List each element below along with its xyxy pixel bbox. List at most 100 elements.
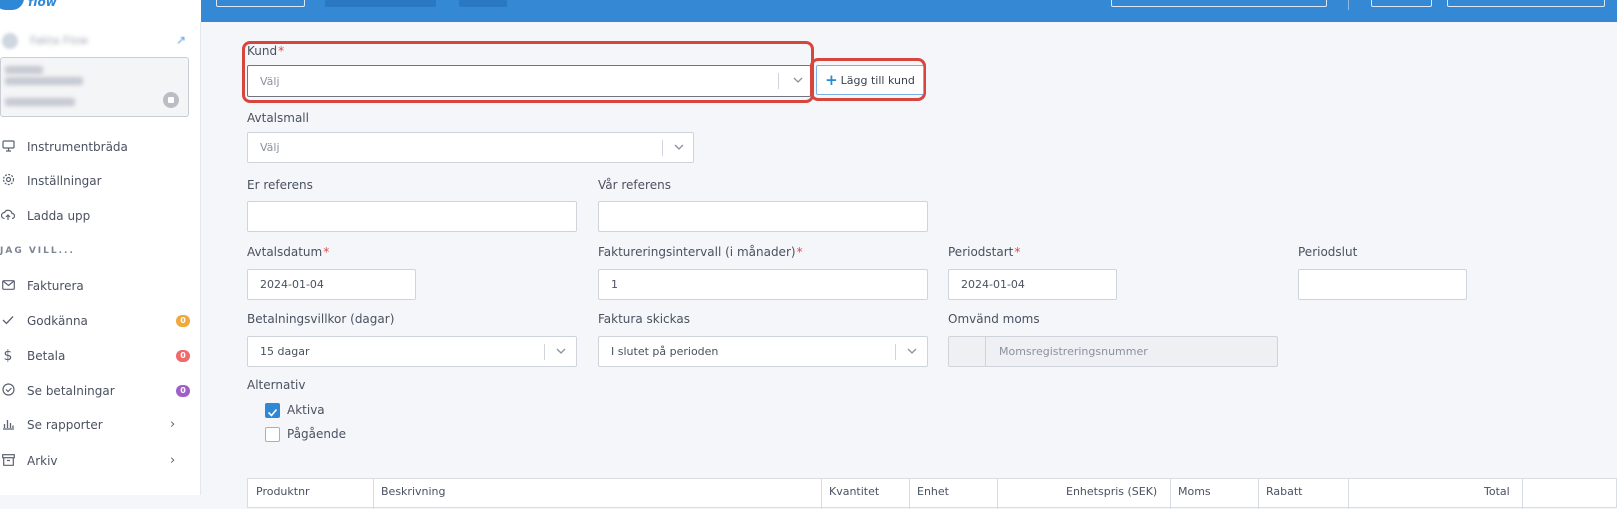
company-switcher[interactable]: Fakta Flow ↗: [0, 30, 195, 52]
faktureringsintervall-label: Faktureringsintervall (i månader)*: [598, 245, 803, 259]
column-header-moms[interactable]: Moms: [1178, 485, 1211, 498]
topbar-button[interactable]: [1447, 0, 1605, 7]
column-separator: [373, 479, 374, 509]
add-customer-button[interactable]: + Lägg till kund: [816, 65, 924, 95]
count-badge: 0: [176, 350, 190, 362]
company-avatar: [2, 33, 18, 49]
topbar-divider: [1348, 0, 1349, 10]
product-table-header: Produktnr Beskrivning Kvantitet Enhet En…: [247, 478, 1617, 509]
bar-chart-icon: [0, 418, 18, 433]
aktiva-label: Aktiva: [287, 403, 325, 417]
avtalsdatum-input[interactable]: 2024-01-04: [247, 269, 416, 300]
avtalsmall-label: Avtalsmall: [247, 111, 309, 125]
periodslut-input[interactable]: [1298, 269, 1467, 300]
momsregistreringsnummer-input[interactable]: Momsregistreringsnummer: [999, 345, 1148, 358]
section-label: JAG VILL...: [0, 246, 75, 256]
topbar-button[interactable]: [459, 0, 507, 7]
column-separator: [997, 479, 998, 509]
sidebar-item-se-rapporter[interactable]: Se rapporter ›: [0, 414, 195, 436]
dollar-icon: $: [3, 348, 13, 364]
sidebar-item-label: Betala: [27, 349, 66, 363]
archive-icon: [0, 453, 18, 469]
monitor-icon: [0, 139, 18, 155]
sidebar-item-label: Ladda upp: [27, 209, 91, 223]
var-referens-input[interactable]: [598, 201, 928, 232]
sidebar-item-label: Fakturera: [27, 279, 84, 293]
column-header-beskrivning[interactable]: Beskrivning: [381, 485, 446, 498]
sidebar-item-instrumentbrada[interactable]: Instrumentbräda: [0, 136, 195, 158]
top-bar: [201, 0, 1617, 22]
sidebar-item-label: Godkänna: [27, 314, 88, 328]
logo-mark-icon: [0, 0, 24, 10]
chevron-right-icon: ›: [170, 453, 176, 468]
betalningsvillkor-label: Betalningsvillkor (dagar): [247, 312, 395, 326]
var-referens-label: Vår referens: [598, 178, 671, 192]
column-separator: [1258, 479, 1259, 509]
gear-icon: [0, 173, 18, 189]
pagaende-checkbox[interactable]: [265, 427, 280, 442]
select-separator: [544, 344, 545, 360]
avtalsmall-select[interactable]: Välj: [247, 132, 694, 163]
aktiva-checkbox[interactable]: [265, 403, 280, 418]
alternativ-label: Alternativ: [247, 378, 306, 392]
count-badge: 0: [176, 385, 190, 397]
kund-select[interactable]: Välj: [247, 65, 811, 97]
column-header-rabatt[interactable]: Rabatt: [1266, 485, 1303, 498]
betalningsvillkor-select[interactable]: 15 dagar: [247, 336, 577, 367]
cloud-upload-icon: [0, 209, 18, 224]
column-separator: [1522, 479, 1523, 509]
column-header-enhetspris[interactable]: Enhetspris (SEK): [1066, 485, 1157, 498]
faktura-skickas-select[interactable]: I slutet på perioden: [598, 336, 928, 367]
omvand-moms-label: Omvänd moms: [948, 312, 1040, 326]
column-separator: [821, 479, 822, 509]
sidebar-item-arkiv[interactable]: Arkiv ›: [0, 450, 195, 472]
pagaende-label: Pågående: [287, 427, 347, 441]
avtalsmall-placeholder: Välj: [260, 141, 280, 154]
card-toggle-icon[interactable]: [163, 92, 179, 108]
plus-icon: +: [825, 70, 838, 89]
column-separator: [909, 479, 910, 509]
input-group-separator: [985, 337, 986, 366]
contract-form: Kund* Välj + Lägg till kund Avtalsmall V…: [201, 22, 1617, 495]
er-referens-input[interactable]: [247, 201, 577, 232]
chevron-down-icon: [674, 144, 684, 150]
column-separator: [1170, 479, 1171, 509]
company-name: Fakta Flow: [30, 34, 89, 47]
column-header-kvantitet[interactable]: Kvantitet: [829, 485, 879, 498]
add-customer-label: Lägg till kund: [840, 73, 915, 87]
brand-logo[interactable]: flow: [0, 0, 201, 22]
select-separator: [662, 140, 663, 156]
periodstart-label: Periodstart*: [948, 245, 1021, 259]
blurred-text-line: [5, 98, 75, 106]
topbar-search[interactable]: [1111, 0, 1327, 7]
column-header-produktnr[interactable]: Produktnr: [256, 485, 310, 498]
check-circle-icon: [0, 383, 18, 399]
topbar-button[interactable]: [325, 0, 436, 7]
kund-label: Kund*: [247, 44, 285, 58]
kund-placeholder: Välj: [260, 74, 280, 88]
betalningsvillkor-value: 15 dagar: [260, 345, 310, 358]
sidebar-item-se-betalningar[interactable]: Se betalningar 0: [0, 380, 195, 402]
sidebar-item-godkanna[interactable]: Godkänna 0: [0, 310, 195, 332]
company-info-card: [0, 57, 189, 117]
sidebar-item-ladda-upp[interactable]: Ladda upp: [0, 205, 195, 227]
column-header-enhet[interactable]: Enhet: [917, 485, 949, 498]
topbar-button[interactable]: [1371, 0, 1432, 7]
periodstart-input[interactable]: 2024-01-04: [948, 269, 1117, 300]
column-header-total[interactable]: Total: [1484, 485, 1510, 498]
select-separator: [895, 344, 896, 360]
periodslut-label: Periodslut: [1298, 245, 1358, 259]
blurred-text-line: [5, 66, 43, 74]
blurred-text-line: [5, 77, 83, 85]
check-icon: [0, 314, 18, 328]
sidebar-item-fakturera[interactable]: Fakturera: [0, 275, 195, 297]
faktura-skickas-value: I slutet på perioden: [611, 345, 719, 358]
faktureringsintervall-input[interactable]: 1: [598, 269, 928, 300]
column-separator: [1348, 479, 1349, 509]
external-link-icon[interactable]: ↗: [176, 33, 190, 47]
sidebar-item-installningar[interactable]: Inställningar: [0, 170, 195, 192]
topbar-button[interactable]: [216, 0, 305, 7]
chevron-right-icon: ›: [170, 417, 176, 432]
sidebar-item-betala[interactable]: $ Betala 0: [0, 345, 195, 367]
check-icon: [267, 408, 278, 417]
